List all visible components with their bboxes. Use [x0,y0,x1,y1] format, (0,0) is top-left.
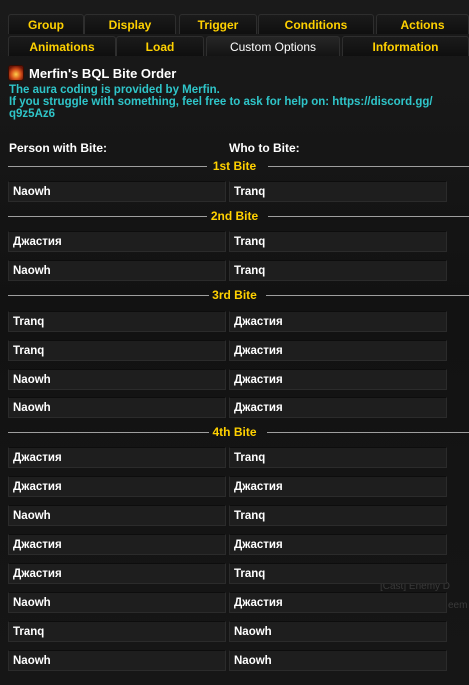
tab-display[interactable]: Display [84,14,176,34]
bite-target-input[interactable]: Джастия [229,592,447,613]
section-header-4th-bite: 4th Bite [0,425,469,439]
bite-source-input[interactable]: Naowh [8,650,226,671]
bite-source-input[interactable]: Naowh [8,505,226,526]
bite-source-input[interactable]: Tranq [8,311,226,332]
tab-custom-options[interactable]: Custom Options [206,36,340,56]
bite-source-input[interactable]: Джастия [8,231,226,252]
column-header-person: Person with Bite: [9,141,108,155]
aura-title-row: Merfin's BQL Bite Order [9,65,176,81]
bite-source-input[interactable]: Tranq [8,621,226,642]
tab-trigger[interactable]: Trigger [179,14,257,34]
bite-source-input[interactable]: Naowh [8,181,226,202]
bite-source-input[interactable]: Джастия [8,534,226,555]
tab-information[interactable]: Information [342,36,469,56]
tab-conditions[interactable]: Conditions [258,14,374,34]
options-tab-bar: Group Display Trigger Conditions Actions… [0,0,469,60]
bite-target-input[interactable]: Tranq [229,231,447,252]
bite-target-input[interactable]: Джастия [229,397,447,418]
tab-group[interactable]: Group [8,14,84,34]
bite-source-input[interactable]: Naowh [8,592,226,613]
background-text: eem [448,600,468,611]
bite-source-input[interactable]: Джастия [8,476,226,497]
section-header-3rd-bite: 3rd Bite [0,288,469,302]
section-header-1st-bite: 1st Bite [0,159,469,173]
description-line: q9z5Az6 [9,108,56,120]
bite-target-input[interactable]: Naowh [229,621,447,642]
bite-target-input[interactable]: Джастия [229,476,447,497]
bite-source-input[interactable]: Джастия [8,563,226,584]
divider-line [268,166,469,167]
bite-target-input[interactable]: Tranq [229,181,447,202]
tab-load[interactable]: Load [116,36,204,56]
divider-line [268,216,469,217]
aura-title: Merfin's BQL Bite Order [29,65,177,81]
bite-target-input[interactable]: Tranq [229,505,447,526]
divider-line [267,432,469,433]
bite-source-input[interactable]: Naowh [8,260,226,281]
bite-target-input[interactable]: Джастия [229,311,447,332]
column-header-target: Who to Bite: [229,141,300,155]
bite-source-input[interactable]: Naowh [8,369,226,390]
bite-target-input[interactable]: Джастия [229,340,447,361]
tab-animations[interactable]: Animations [8,36,116,56]
bite-source-input[interactable]: Джастия [8,447,226,468]
description-line: The aura coding is provided by Merfin. [9,84,220,96]
bite-target-input[interactable]: Tranq [229,447,447,468]
tab-actions[interactable]: Actions [376,14,469,34]
bite-source-input[interactable]: Naowh [8,397,226,418]
aura-description: The aura coding is provided by Merfin. I… [9,84,459,120]
divider-line [266,295,469,296]
bite-target-input[interactable]: Naowh [229,650,447,671]
bite-target-input[interactable]: Джастия [229,369,447,390]
bite-target-input[interactable]: Джастия [229,534,447,555]
description-line: If you struggle with something, feel fre… [9,96,433,108]
bite-target-input[interactable]: Tranq [229,260,447,281]
section-header-2nd-bite: 2nd Bite [0,209,469,223]
flame-icon [9,66,23,80]
bite-source-input[interactable]: Tranq [8,340,226,361]
bite-target-input[interactable]: Tranq [229,563,447,584]
